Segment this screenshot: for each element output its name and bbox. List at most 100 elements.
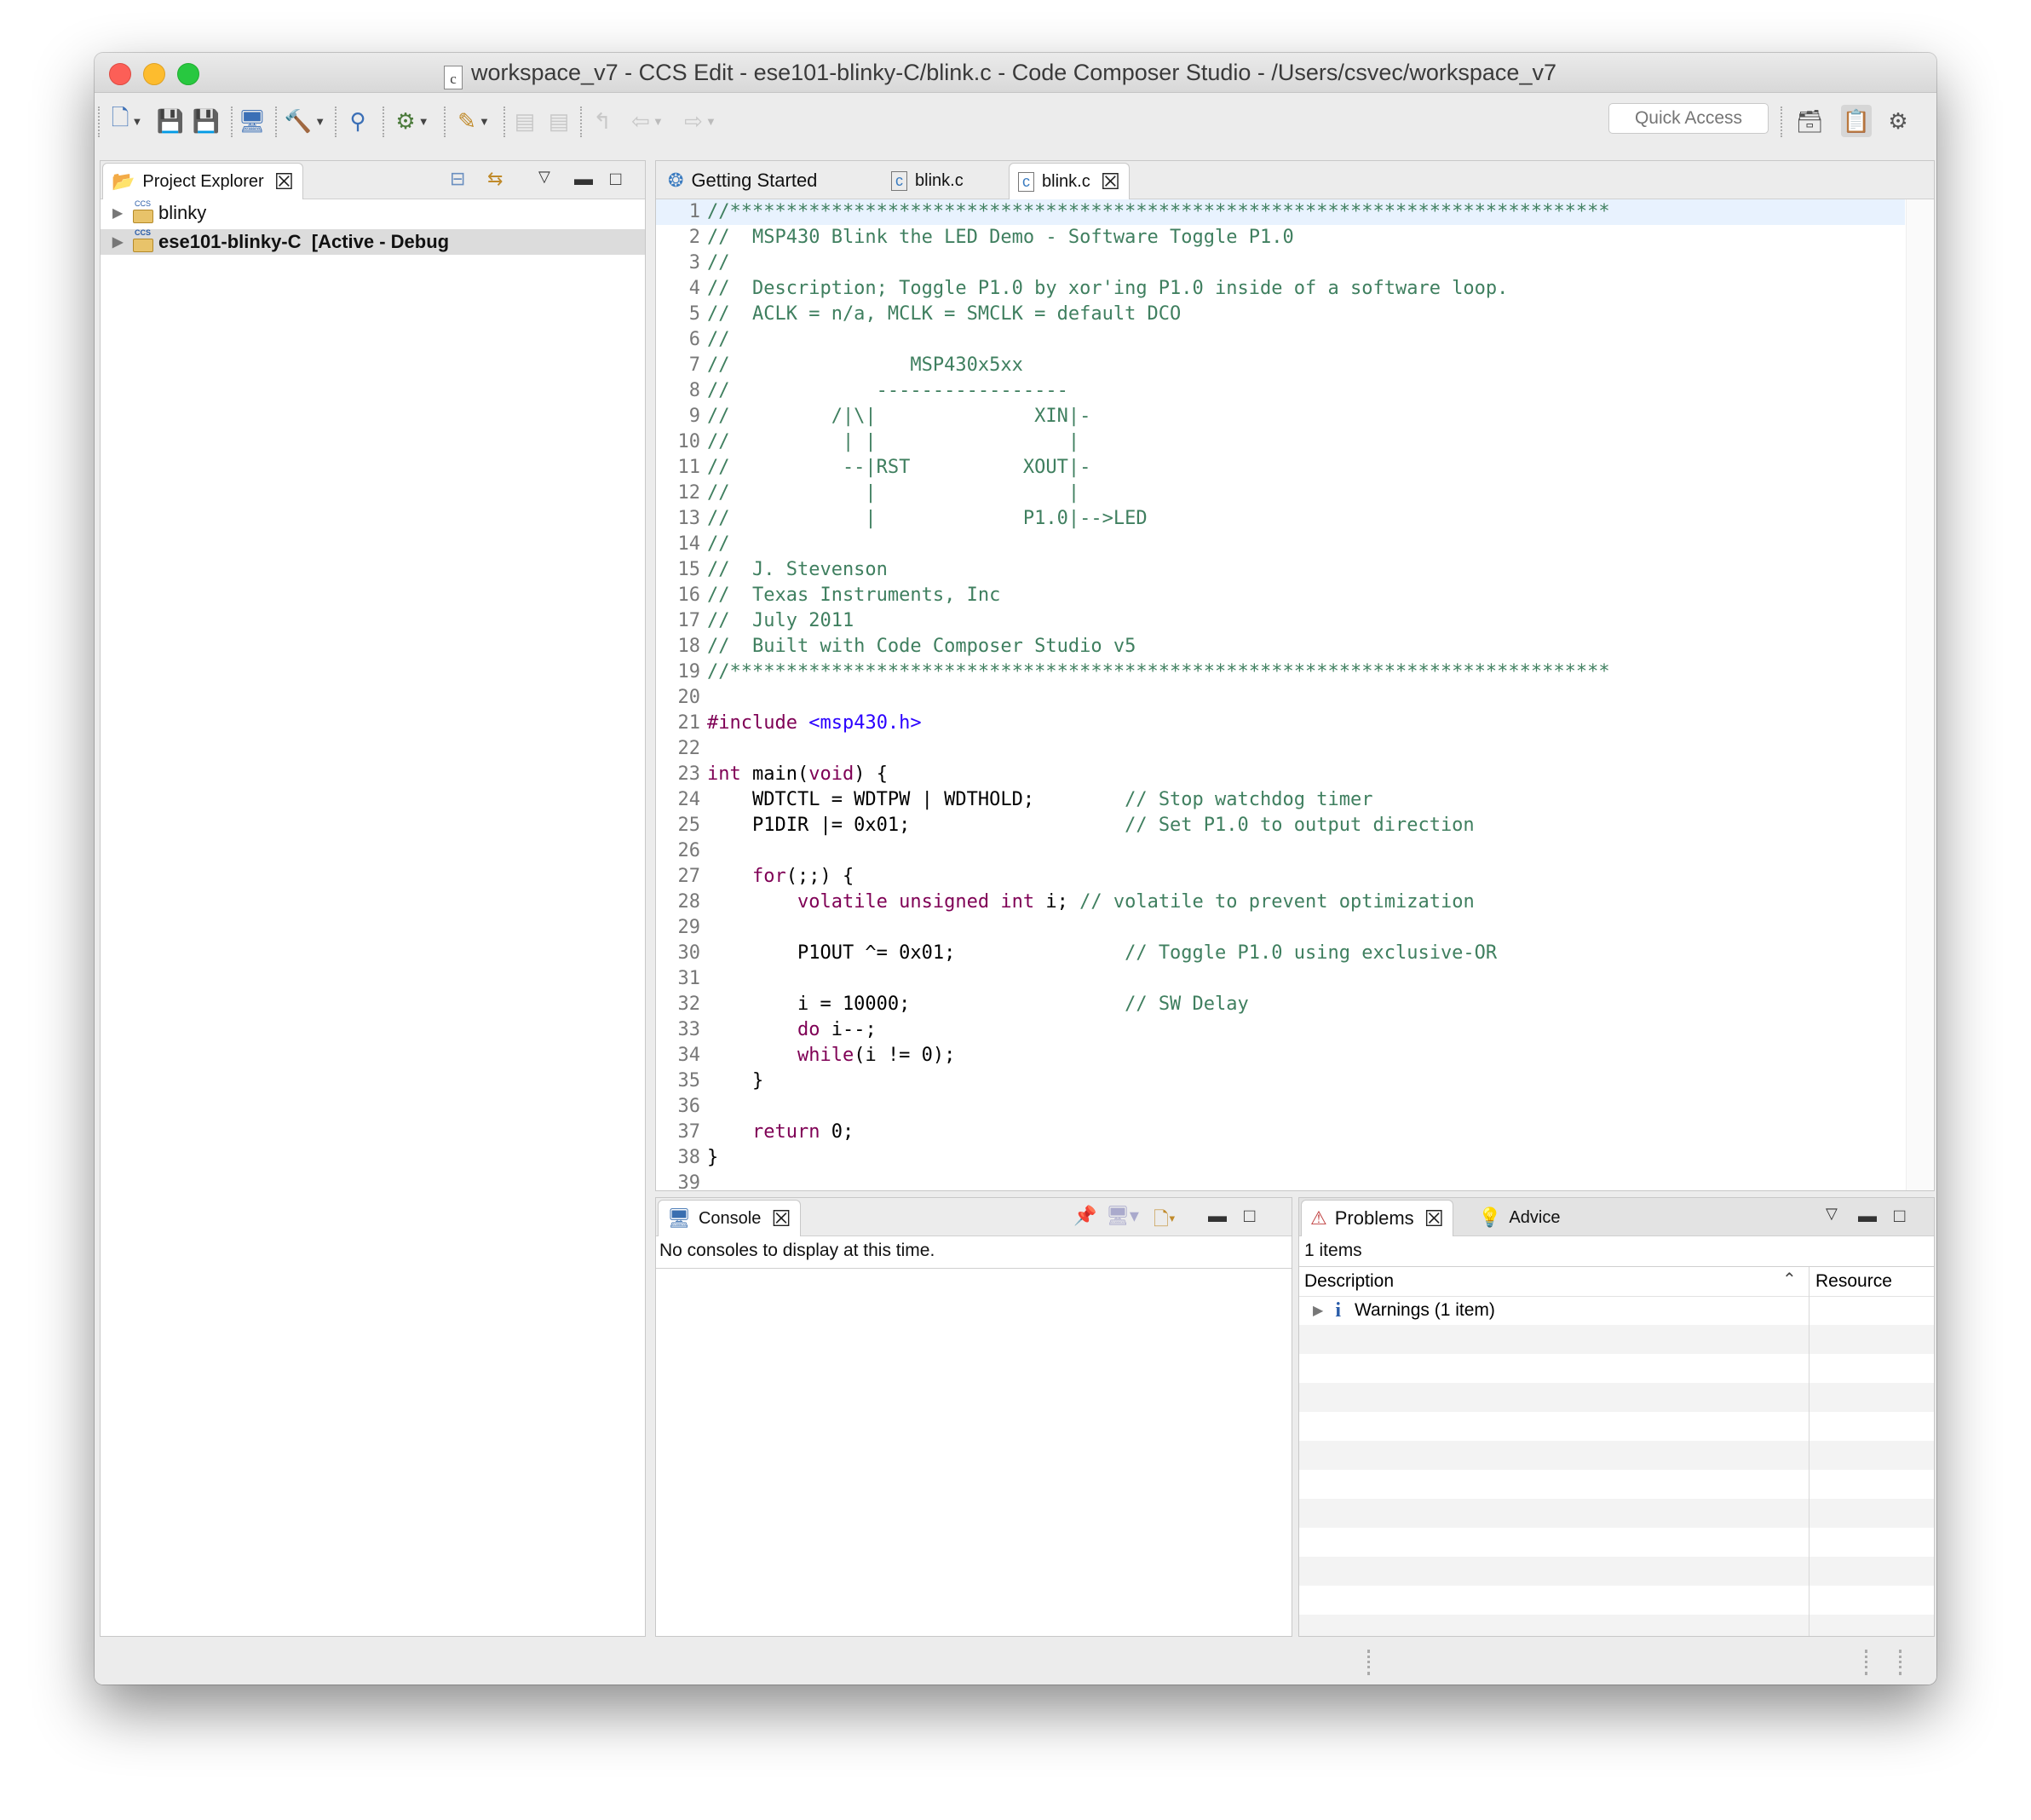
- code-line[interactable]: 2 // MSP430 Blink the LED Demo - Software…: [656, 225, 1905, 251]
- next-annotation-icon[interactable]: ▤: [546, 105, 572, 137]
- code-line[interactable]: 34 while(i != 0);: [656, 1043, 1905, 1068]
- back-arrow-icon[interactable]: ⇦ ▼: [626, 105, 669, 137]
- code-line[interactable]: 6 //: [656, 327, 1905, 353]
- expand-arrow-icon[interactable]: ▶: [1313, 1302, 1323, 1319]
- link-with-editor-icon[interactable]: ⇆: [487, 168, 503, 190]
- tab-project-explorer[interactable]: 📂 Project Explorer ☒: [102, 163, 303, 199]
- close-tab-icon[interactable]: ☒: [1101, 169, 1120, 195]
- minimize-view-icon[interactable]: ▬: [1208, 1205, 1227, 1227]
- code-line[interactable]: 13 // | P1.0|-->LED: [656, 506, 1905, 532]
- expand-arrow-icon[interactable]: ▶: [112, 233, 128, 251]
- new-icon[interactable]: 🗋 ▼: [108, 105, 146, 137]
- tab-advice[interactable]: 💡 Advice: [1470, 1200, 1568, 1235]
- code-line[interactable]: 33 do i--;: [656, 1017, 1905, 1043]
- column-header-description[interactable]: Description: [1304, 1271, 1394, 1292]
- code-line[interactable]: 35 }: [656, 1068, 1905, 1094]
- code-line[interactable]: 12 // | |: [656, 481, 1905, 506]
- tree-item-ese101-blinky-c[interactable]: ▶ ese101-blinky-C [Active - Debug: [101, 229, 645, 255]
- maximize-view-icon[interactable]: □: [610, 168, 621, 190]
- code-line[interactable]: 9 // /|\| XIN|-: [656, 404, 1905, 429]
- code-line[interactable]: 26: [656, 838, 1905, 864]
- code-line[interactable]: 11 // --|RST XOUT|-: [656, 455, 1905, 481]
- open-perspective-icon[interactable]: 🗃: [1795, 105, 1824, 137]
- code-line[interactable]: 21 #include <msp430.h>: [656, 711, 1905, 736]
- build-hammer-icon[interactable]: 🔨 ▼: [284, 105, 326, 137]
- code-line[interactable]: 1 //*************************************…: [656, 199, 1905, 225]
- close-window-button[interactable]: [109, 63, 131, 85]
- tab-getting-started[interactable]: ❂ Getting Started: [659, 163, 826, 199]
- code-line[interactable]: 17 // July 2011: [656, 608, 1905, 634]
- last-edit-icon[interactable]: ↰: [589, 105, 616, 137]
- code-line[interactable]: 32 i = 10000; // SW Delay: [656, 992, 1905, 1017]
- debug-perspective-icon[interactable]: ⚙: [1884, 105, 1913, 137]
- edit-perspective-icon[interactable]: 📋: [1841, 105, 1872, 137]
- tab-blink-c-active[interactable]: c blink.c ☒: [1009, 163, 1131, 199]
- editor-scrollbar[interactable]: [1906, 199, 1934, 1190]
- view-menu-icon[interactable]: ▽: [1826, 1205, 1838, 1223]
- code-line[interactable]: 25 P1DIR |= 0x01; // Set P1.0 to output …: [656, 813, 1905, 838]
- code-line[interactable]: 37 return 0;: [656, 1120, 1905, 1145]
- console-panel: 🖥 Console ☒ 📌 🖥▾ 🗋▾ ▬ □ No consoles to d…: [655, 1197, 1292, 1637]
- debug-bug-icon[interactable]: ⚙ ▼: [391, 105, 434, 137]
- code-line[interactable]: 4 // Description; Toggle P1.0 by xor'ing …: [656, 276, 1905, 302]
- column-header-resource[interactable]: Resource: [1815, 1271, 1892, 1292]
- expand-arrow-icon[interactable]: ▶: [112, 204, 128, 222]
- display-console-icon[interactable]: 🖥▾: [1106, 1205, 1139, 1227]
- search-icon[interactable]: ⚲: [343, 105, 372, 137]
- code-line[interactable]: 10 // | | |: [656, 429, 1905, 455]
- code-line[interactable]: 38}: [656, 1145, 1905, 1171]
- forward-arrow-icon[interactable]: ⇨ ▼: [679, 105, 722, 137]
- collapse-all-icon[interactable]: ⊟: [450, 168, 465, 190]
- code-line[interactable]: 22: [656, 736, 1905, 762]
- code-line[interactable]: 3 //: [656, 251, 1905, 276]
- code-text: return 0;: [707, 1120, 854, 1145]
- tab-label: Getting Started: [691, 170, 818, 191]
- code-line[interactable]: 14 //: [656, 532, 1905, 557]
- code-line[interactable]: 36: [656, 1094, 1905, 1120]
- code-line[interactable]: 39: [656, 1171, 1905, 1190]
- maximize-view-icon[interactable]: □: [1894, 1205, 1905, 1227]
- save-all-icon[interactable]: 💾: [193, 105, 220, 137]
- table-row[interactable]: ▶ i Warnings (1 item): [1299, 1296, 1934, 1325]
- minimize-view-icon[interactable]: ▬: [574, 168, 593, 190]
- code-line[interactable]: 20: [656, 685, 1905, 711]
- open-console-icon[interactable]: 🗋▾: [1154, 1205, 1176, 1237]
- code-line[interactable]: 7 // MSP430x5xx: [656, 353, 1905, 378]
- code-line[interactable]: 5 // ACLK = n/a, MCLK = SMCLK = default D…: [656, 302, 1905, 327]
- maximize-view-icon[interactable]: □: [1244, 1205, 1255, 1227]
- pin-console-icon[interactable]: 📌: [1073, 1205, 1096, 1227]
- terminal-icon[interactable]: 🖥: [239, 105, 267, 137]
- code-line[interactable]: 28 volatile unsigned int i; // volatile …: [656, 890, 1905, 915]
- code-line[interactable]: 31: [656, 966, 1905, 992]
- code-token: P1DIR |= 0x01;: [707, 815, 1125, 836]
- zoom-window-button[interactable]: [177, 63, 199, 85]
- close-tab-icon[interactable]: ☒: [771, 1206, 791, 1232]
- tab-blink-c[interactable]: c blink.c: [883, 163, 972, 199]
- minimize-window-button[interactable]: [143, 63, 165, 85]
- view-menu-icon[interactable]: ▽: [538, 168, 550, 186]
- code-line[interactable]: 16 // Texas Instruments, Inc: [656, 583, 1905, 608]
- close-tab-icon[interactable]: ☒: [274, 169, 294, 195]
- code-line[interactable]: 29: [656, 915, 1905, 941]
- code-line[interactable]: 24 WDTCTL = WDTPW | WDTHOLD; // Stop wat…: [656, 787, 1905, 813]
- close-tab-icon[interactable]: ☒: [1424, 1206, 1444, 1232]
- tab-console[interactable]: 🖥 Console ☒: [658, 1200, 801, 1236]
- code-line[interactable]: 15 // J. Stevenson: [656, 557, 1905, 583]
- code-line[interactable]: 30 P1OUT ^= 0x01; // Toggle P1.0 using e…: [656, 941, 1905, 966]
- quick-access-input[interactable]: [1608, 103, 1769, 134]
- flash-icon[interactable]: ✎ ▼: [452, 105, 495, 137]
- c-file-icon: c: [1018, 171, 1034, 192]
- code-line[interactable]: 27 for(;;) {: [656, 864, 1905, 890]
- code-line[interactable]: 23 int main(void) {: [656, 762, 1905, 787]
- previous-annotation-icon[interactable]: ▤: [512, 105, 538, 137]
- minimize-view-icon[interactable]: ▬: [1858, 1205, 1877, 1227]
- code-line[interactable]: 19 //************************************…: [656, 659, 1905, 685]
- tab-problems[interactable]: ⚠ Problems ☒: [1301, 1200, 1453, 1236]
- code-line[interactable]: 18 // Built with Code Composer Studio v5: [656, 634, 1905, 659]
- code-token: // --|RST XOUT|-: [707, 457, 1091, 478]
- code-line[interactable]: 8 // -----------------: [656, 378, 1905, 404]
- code-editor[interactable]: 1 //*************************************…: [656, 199, 1934, 1190]
- save-icon[interactable]: 💾: [157, 105, 184, 137]
- line-number: 2: [688, 227, 700, 248]
- tree-item-blinky[interactable]: ▶ blinky: [101, 199, 645, 226]
